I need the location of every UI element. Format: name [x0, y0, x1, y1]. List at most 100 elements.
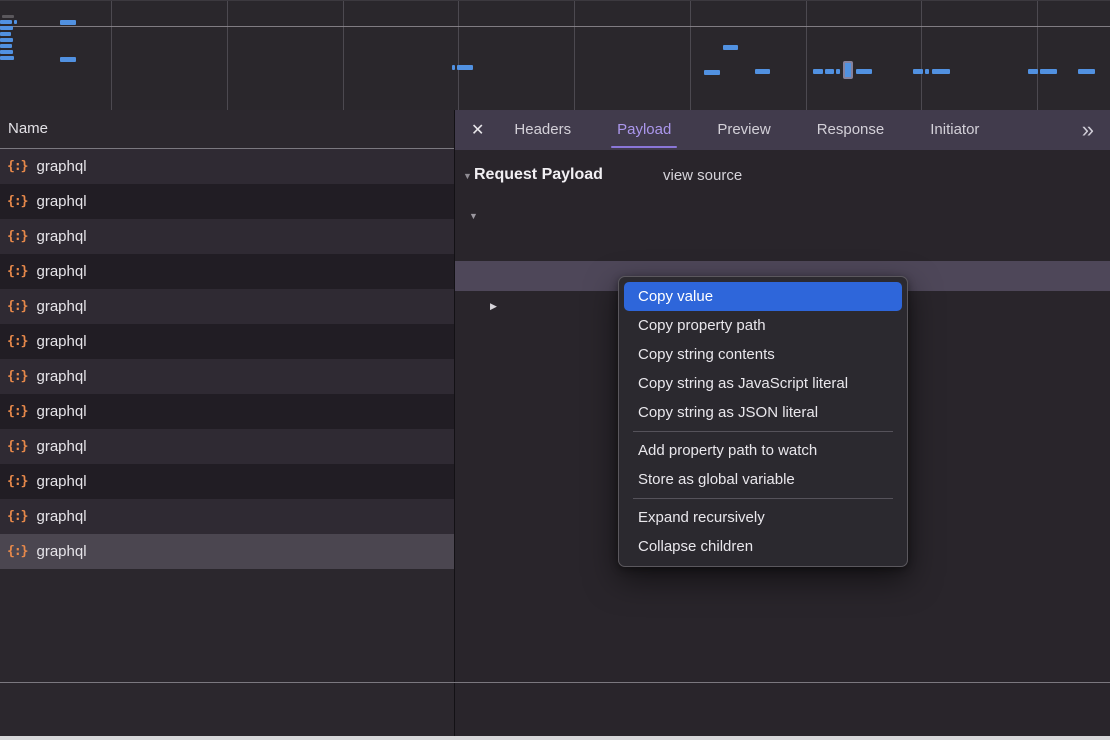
- request-row[interactable]: {:} graphql: [0, 534, 454, 569]
- timeline-gridline: [921, 1, 922, 110]
- json-request-icon: {:}: [7, 229, 27, 244]
- request-timing-bar: [0, 56, 14, 60]
- window-bottom-edge: [0, 736, 1110, 740]
- context-menu: Copy valueCopy property pathCopy string …: [618, 276, 908, 567]
- json-request-icon: {:}: [7, 159, 27, 174]
- json-request-icon: {:}: [7, 194, 27, 209]
- request-row[interactable]: {:}graphql: [0, 184, 454, 219]
- request-name-label: graphql: [36, 158, 86, 175]
- request-name-label: graphql: [36, 263, 86, 280]
- column-header-name[interactable]: Name: [0, 110, 454, 149]
- caret-down-icon[interactable]: ▼: [469, 201, 478, 231]
- menu-item-copy-value[interactable]: Copy value: [624, 282, 902, 311]
- request-timing-bar: [60, 57, 76, 62]
- request-name-label: graphql: [36, 298, 86, 315]
- request-timing-bar: [813, 69, 823, 74]
- menu-item-copy-string-as-javascript-literal[interactable]: Copy string as JavaScript literal: [624, 369, 902, 398]
- request-name-label: graphql: [36, 473, 86, 490]
- request-name-label: graphql: [36, 333, 86, 350]
- timeline-gridline: [458, 1, 459, 110]
- request-list: {:} graphql {:} graphql {:} graphql {:} graphql…: [0, 149, 454, 569]
- tab-preview[interactable]: Preview: [717, 110, 770, 150]
- request-name-label: graphql: [36, 403, 86, 420]
- menu-item-copy-string-contents[interactable]: Copy string contents: [624, 340, 902, 369]
- section-collapse-caret-icon[interactable]: ▼: [463, 171, 472, 181]
- request-timing-bar: [723, 45, 738, 50]
- json-request-icon: {:}: [7, 334, 27, 349]
- request-timing-bar: [856, 69, 872, 74]
- view-source-link[interactable]: view source: [663, 167, 742, 184]
- request-timing-bar: [825, 69, 834, 74]
- request-name-label: graphql: [36, 438, 86, 455]
- menu-item-collapse-children[interactable]: Collapse children: [624, 532, 902, 561]
- devtools-network-panel: Name {:}graphql{:}graphql{:}graphql{:}gr…: [0, 0, 1110, 740]
- request-row[interactable]: {:} graphql: [0, 149, 454, 184]
- json-request-icon: {:}: [7, 544, 27, 559]
- request-timing-bar: [457, 65, 473, 70]
- timeline-gridline: [343, 1, 344, 110]
- timeline-gridline: [574, 1, 575, 110]
- request-row[interactable]: {:}graphql: [0, 289, 454, 324]
- timeline-gridline: [111, 1, 112, 110]
- request-timing-bar: [0, 44, 12, 48]
- request-row[interactable]: {:}graphql: [0, 464, 454, 499]
- tab-payload[interactable]: Payload: [617, 110, 671, 150]
- tree-row-root-object[interactable]: ▼ {operationName: "ipFlowTimeseries", va…: [455, 201, 1110, 231]
- request-row[interactable]: {:} graphql: [0, 219, 454, 254]
- request-name-label: graphql: [36, 508, 86, 525]
- request-timing-bar: [836, 69, 840, 74]
- close-icon[interactable]: ✕: [471, 120, 484, 140]
- menu-item-expand-recursively[interactable]: Expand recursively: [624, 503, 902, 532]
- request-row[interactable]: {:}graphql: [0, 359, 454, 394]
- menu-item-store-as-global-variable[interactable]: Store as global variable: [624, 465, 902, 494]
- request-timing-bar: [755, 69, 770, 74]
- json-request-icon: {:}: [7, 264, 27, 279]
- overflow-tabs-icon[interactable]: »: [1082, 110, 1094, 150]
- request-row[interactable]: {:} graphql: [0, 324, 454, 359]
- request-row[interactable]: {:} graphql: [0, 254, 454, 289]
- json-request-icon: {:}: [7, 509, 27, 524]
- request-timing-bar: [0, 50, 13, 54]
- request-timing-bar: [0, 38, 13, 42]
- summary-bar-divider: [0, 682, 1110, 683]
- menu-item-copy-string-as-json-literal[interactable]: Copy string as JSON literal: [624, 398, 902, 427]
- request-name-label: graphql: [36, 228, 86, 245]
- request-timing-bar: [1078, 69, 1095, 74]
- menu-item-add-property-path-to-watch[interactable]: Add property path to watch: [624, 436, 902, 465]
- request-timing-bar: [932, 69, 950, 74]
- caret-right-icon[interactable]: ▶: [490, 291, 497, 321]
- json-request-icon: {:}: [7, 439, 27, 454]
- request-timing-bar: [913, 69, 923, 74]
- network-overview-timeline[interactable]: [0, 0, 1110, 110]
- menu-item-copy-property-path[interactable]: Copy property path: [624, 311, 902, 340]
- request-row[interactable]: {:} graphql: [0, 429, 454, 464]
- request-timing-bar: [0, 20, 12, 24]
- timeline-gridline: [806, 1, 807, 110]
- timeline-gridline: [227, 1, 228, 110]
- request-timing-bar: [1028, 69, 1038, 74]
- json-request-icon: {:}: [7, 404, 27, 419]
- request-timing-bar: [0, 32, 11, 36]
- request-timing-bar: [14, 20, 17, 24]
- request-name-label: graphql: [36, 543, 86, 560]
- timeline-baseline: [0, 26, 1110, 27]
- request-row[interactable]: {:} graphql: [0, 394, 454, 429]
- selected-request-marker: [843, 61, 853, 79]
- request-timing-bar: [704, 70, 720, 75]
- timeline-gridline: [1037, 1, 1038, 110]
- tab-response[interactable]: Response: [817, 110, 885, 150]
- tab-initiator[interactable]: Initiator: [930, 110, 979, 150]
- request-row[interactable]: {:} graphql: [0, 499, 454, 534]
- requests-panel: Name {:}graphql{:}graphql{:}graphql{:}gr…: [0, 110, 455, 736]
- json-request-icon: {:}: [7, 369, 27, 384]
- request-timing-bar: [2, 15, 14, 18]
- details-tabbar: ✕ Headers Payload Preview Response Initiator…: [455, 110, 1110, 150]
- tab-headers[interactable]: Headers: [514, 110, 571, 150]
- request-timing-bar: [0, 26, 13, 30]
- tree-row-operation-name[interactable]: operationName: "ipFlowTimeseries": [455, 231, 1110, 261]
- request-payload-section-header: ▼ Request Payload view source: [455, 163, 1110, 193]
- request-timing-bar: [1040, 69, 1057, 74]
- timeline-gridline: [690, 1, 691, 110]
- request-timing-bar: [925, 69, 929, 74]
- menu-separator: [633, 431, 893, 432]
